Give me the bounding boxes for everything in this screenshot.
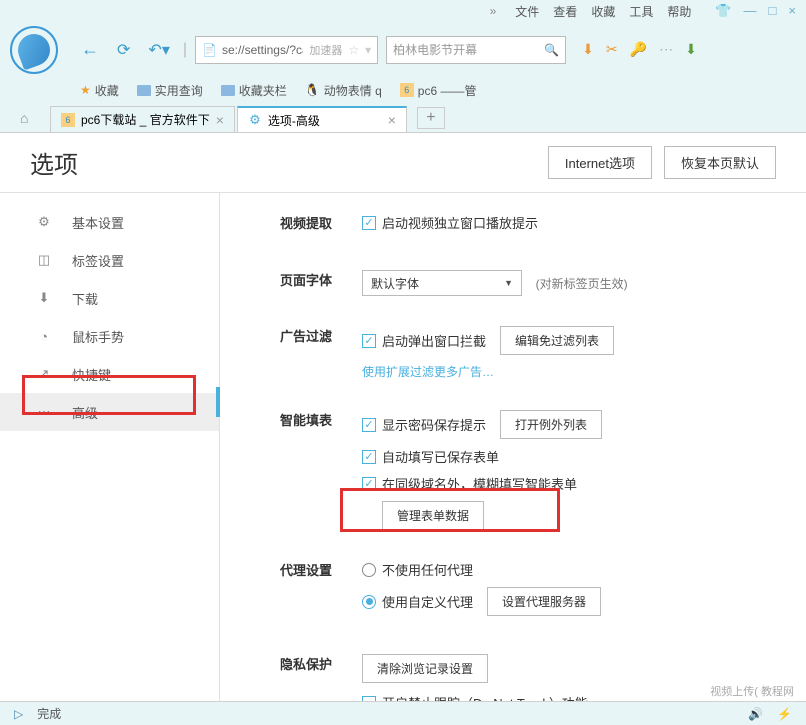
- section-ad: 广告过滤: [280, 326, 362, 380]
- font-dropdown[interactable]: 默认字体: [362, 270, 522, 296]
- accelerator-label: 加速器: [309, 42, 342, 58]
- bookmark-item-4[interactable]: 6pc6 ——管: [400, 82, 477, 99]
- watermark: 视频上传( 教程网: [710, 683, 794, 699]
- tab-settings[interactable]: ⚙ 选项-高级 ×: [237, 106, 407, 132]
- favorite-star-icon[interactable]: ☆: [348, 43, 359, 57]
- menu-file[interactable]: 文件: [515, 3, 539, 20]
- radio-custom-proxy[interactable]: [362, 595, 376, 609]
- search-icon[interactable]: 🔍: [544, 43, 559, 57]
- section-proxy: 代理设置: [280, 560, 362, 624]
- new-tab-button[interactable]: +: [417, 107, 445, 129]
- settings-content: 视频提取 ✓ 启动视频独立窗口播放提示 页面字体 默认字体 (对新标签页生效) 广…: [220, 193, 806, 704]
- section-video: 视频提取: [280, 213, 362, 240]
- proxy-opt2-label: 使用自定义代理: [382, 592, 473, 611]
- more-tools-icon[interactable]: ⋯: [659, 41, 673, 58]
- status-sound-icon[interactable]: 🔊: [748, 707, 763, 721]
- gear-icon: ⚙: [36, 214, 52, 230]
- close-window-icon[interactable]: ×: [788, 3, 796, 19]
- menu-view[interactable]: 查看: [553, 3, 577, 20]
- nav-separator: |: [183, 41, 187, 59]
- ad-opt-label: 启动弹出窗口拦截: [382, 331, 486, 350]
- checkbox-video[interactable]: ✓: [362, 216, 376, 230]
- sidebar-item-advanced[interactable]: ⋯高级: [0, 393, 219, 431]
- minimize-icon[interactable]: —: [744, 3, 757, 19]
- download-icon[interactable]: ⬇: [685, 41, 697, 58]
- checkbox-autofill[interactable]: ✓: [362, 450, 376, 464]
- status-text: 完成: [37, 705, 61, 722]
- search-query: 柏林电影节开幕: [393, 41, 544, 58]
- ad-extension-link[interactable]: 使用扩展过滤更多广告…: [362, 363, 776, 380]
- menu-tools[interactable]: 工具: [629, 3, 653, 20]
- bookmark-item-3[interactable]: 🐧动物表情 q: [305, 82, 382, 99]
- sidebar-item-tabs[interactable]: ◫标签设置: [0, 241, 219, 279]
- scissors-icon[interactable]: ✂: [606, 41, 618, 58]
- section-privacy: 隐私保护: [280, 654, 362, 704]
- edit-filter-button[interactable]: 编辑免过滤列表: [500, 326, 614, 355]
- proxy-opt1-label: 不使用任何代理: [382, 560, 473, 579]
- section-form: 智能填表: [280, 410, 362, 530]
- radio-no-proxy[interactable]: [362, 563, 376, 577]
- back-button[interactable]: ←: [76, 36, 104, 63]
- checkbox-fuzzy[interactable]: ✓: [362, 477, 376, 491]
- video-opt-label: 启动视频独立窗口播放提示: [382, 213, 538, 232]
- tab-pc6[interactable]: 6 pc6下载站 _ 官方软件下 ×: [50, 106, 235, 132]
- tab-title-1: pc6下载站 _ 官方软件下: [81, 111, 210, 128]
- ellipsis-icon: ⋯: [36, 404, 52, 420]
- skin-icon[interactable]: 👕: [715, 3, 731, 19]
- sidebar-item-mouse[interactable]: ◔鼠标手势: [0, 317, 219, 355]
- sidebar-item-shortcuts[interactable]: ↗快捷键: [0, 355, 219, 393]
- sidebar-item-download[interactable]: ⬇下载: [0, 279, 219, 317]
- browser-logo: [10, 26, 58, 74]
- bookmark-folder-1[interactable]: 实用查询: [137, 82, 203, 99]
- menu-expand-icon[interactable]: »: [490, 4, 497, 18]
- restore-defaults-button[interactable]: 恢复本页默认: [664, 146, 776, 179]
- exceptions-button[interactable]: 打开例外列表: [500, 410, 602, 439]
- proxy-settings-button[interactable]: 设置代理服务器: [487, 587, 601, 616]
- tab-title-2: 选项-高级: [268, 112, 320, 129]
- tab-favicon-2: ⚙: [248, 113, 262, 127]
- mouse-icon: ◔: [36, 329, 52, 344]
- bookmark-favorites[interactable]: ★收藏: [80, 82, 119, 99]
- url-text: se://settings/?categ: [222, 43, 303, 57]
- form-opt2-label: 自动填写已保存表单: [382, 447, 499, 466]
- tab-close-1[interactable]: ×: [216, 112, 224, 128]
- form-opt3-label: 在同级域名外，模糊填写智能表单: [382, 474, 577, 493]
- manage-form-data-button[interactable]: 管理表单数据: [382, 501, 484, 530]
- home-icon[interactable]: ⌂: [20, 110, 40, 126]
- tab-icon: ◫: [36, 252, 52, 268]
- tab-favicon-1: 6: [61, 113, 75, 127]
- shortcuts-icon: ↗: [36, 366, 52, 382]
- address-bar[interactable]: 📄 se://settings/?categ 加速器 ☆ ▾: [195, 36, 378, 64]
- menu-help[interactable]: 帮助: [667, 3, 691, 20]
- tab-close-2[interactable]: ×: [388, 112, 396, 128]
- form-opt1-label: 显示密码保存提示: [382, 415, 486, 434]
- status-lightning-icon[interactable]: ⚡: [777, 707, 792, 721]
- checkbox-popup[interactable]: ✓: [362, 334, 376, 348]
- refresh-button[interactable]: ⟳: [112, 37, 135, 63]
- internet-options-button[interactable]: Internet选项: [548, 146, 652, 179]
- page-title: 选项: [30, 145, 536, 180]
- section-font: 页面字体: [280, 270, 362, 296]
- settings-sidebar: ⚙基本设置 ◫标签设置 ⬇下载 ◔鼠标手势 ↗快捷键 ⋯高级: [0, 193, 220, 704]
- clear-history-button[interactable]: 清除浏览记录设置: [362, 654, 488, 683]
- checkbox-password[interactable]: ✓: [362, 418, 376, 432]
- undo-button[interactable]: ↶▾: [143, 37, 174, 63]
- bookmark-folder-2[interactable]: 收藏夹栏: [221, 82, 287, 99]
- sidebar-item-basic[interactable]: ⚙基本设置: [0, 203, 219, 241]
- key-icon[interactable]: 🔑: [630, 41, 647, 58]
- maximize-icon[interactable]: □: [769, 3, 777, 19]
- search-bar[interactable]: 柏林电影节开幕 🔍: [386, 36, 566, 64]
- menu-favorites[interactable]: 收藏: [591, 3, 615, 20]
- url-dropdown-icon[interactable]: ▾: [365, 43, 371, 57]
- tool-icon-1[interactable]: ⬇: [582, 41, 594, 58]
- font-hint: (对新标签页生效): [536, 277, 628, 291]
- download-icon: ⬇: [36, 290, 52, 306]
- status-play-icon[interactable]: ▷: [14, 707, 23, 721]
